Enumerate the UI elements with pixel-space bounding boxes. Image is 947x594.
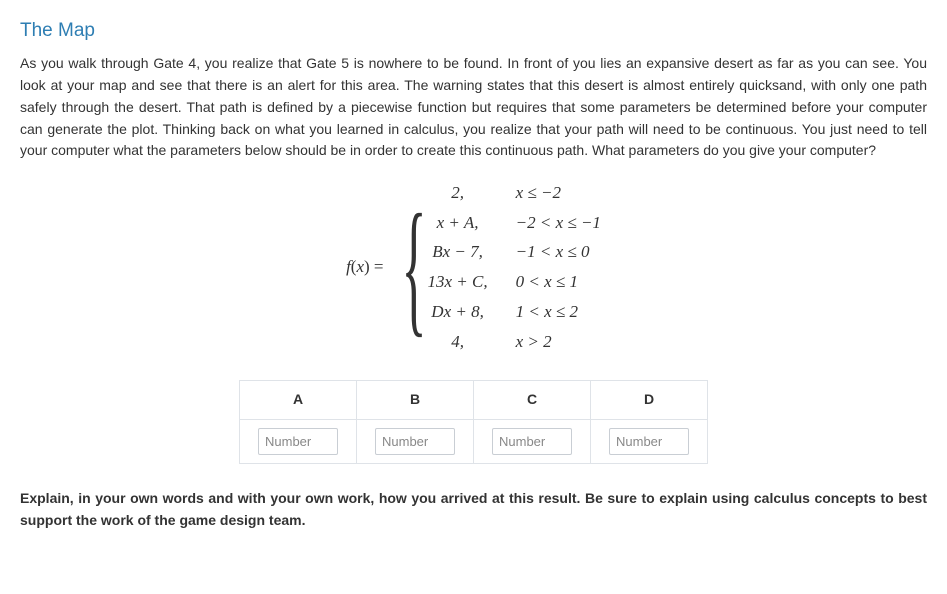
input-c[interactable] bbox=[492, 428, 572, 455]
section-title: The Map bbox=[20, 16, 927, 45]
function-lhs: f(x) = bbox=[346, 254, 383, 280]
piece-cond: −1 < x ≤ 0 bbox=[516, 237, 601, 267]
input-a[interactable] bbox=[258, 428, 338, 455]
explain-prompt: Explain, in your own words and with your… bbox=[20, 488, 927, 531]
piece-expr: Dx + 8, bbox=[428, 297, 488, 327]
piece-cond: x ≤ −2 bbox=[516, 178, 601, 208]
piece-cond: 1 < x ≤ 2 bbox=[516, 297, 601, 327]
piece-cond: x > 2 bbox=[516, 327, 601, 357]
input-b[interactable] bbox=[375, 428, 455, 455]
intro-paragraph: As you walk through Gate 4, you realize … bbox=[20, 53, 927, 161]
piece-expr: 2, bbox=[428, 178, 488, 208]
piece-expr: x + A, bbox=[428, 208, 488, 238]
brace-icon: { bbox=[401, 192, 426, 342]
piece-expr: Bx − 7, bbox=[428, 237, 488, 267]
piecewise-function: f(x) = { 2, x + A, Bx − 7, 13x + C, Dx +… bbox=[20, 178, 927, 357]
col-header-c: C bbox=[474, 381, 591, 420]
col-header-d: D bbox=[591, 381, 708, 420]
piece-expr: 4, bbox=[428, 327, 488, 357]
col-header-b: B bbox=[357, 381, 474, 420]
piece-cond: 0 < x ≤ 1 bbox=[516, 267, 601, 297]
piece-cond: −2 < x ≤ −1 bbox=[516, 208, 601, 238]
input-d[interactable] bbox=[609, 428, 689, 455]
answers-table: A B C D bbox=[239, 380, 708, 464]
col-header-a: A bbox=[240, 381, 357, 420]
piece-expr: 13x + C, bbox=[428, 267, 488, 297]
